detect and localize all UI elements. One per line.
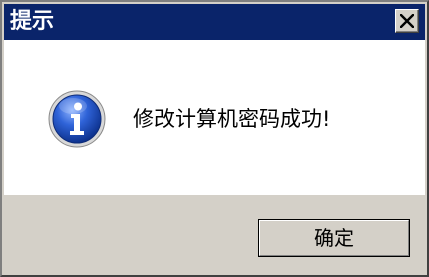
close-button[interactable] — [395, 9, 419, 33]
dialog-title: 提示 — [10, 9, 55, 34]
ok-button-label: 确定 — [314, 226, 354, 250]
ok-button[interactable]: 确定 — [258, 219, 410, 257]
info-icon — [48, 90, 106, 148]
dialog-footer: 确定 — [4, 195, 425, 273]
dialog-titlebar[interactable]: 提示 — [4, 4, 425, 40]
close-icon — [400, 14, 414, 28]
dialog-content: 修改计算机密码成功! — [4, 40, 425, 195]
dialog-message: 修改计算机密码成功! — [133, 107, 331, 131]
message-dialog: 提示 修改计算机密码成功! 确定 — [0, 0, 429, 277]
